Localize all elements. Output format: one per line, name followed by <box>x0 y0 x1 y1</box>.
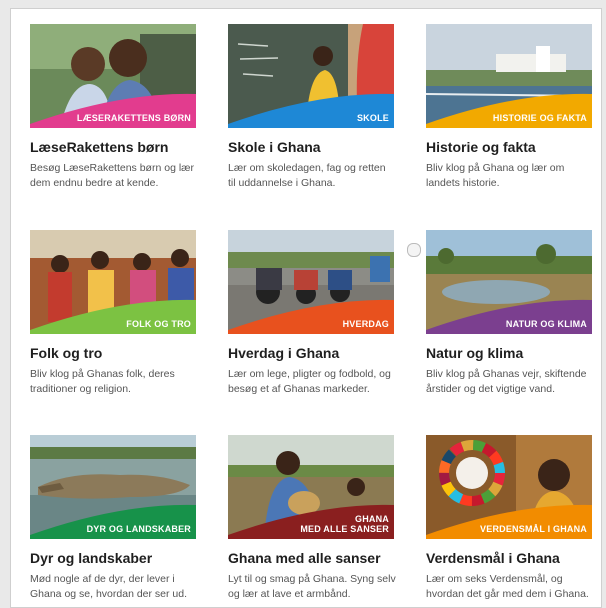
card-tag: FOLK OG TRO <box>126 319 191 329</box>
card-title[interactable]: Dyr og landskaber <box>30 550 196 566</box>
card-image[interactable]: DYR OG LANDSKABER <box>30 435 196 539</box>
card-image[interactable]: HVERDAG <box>228 230 394 334</box>
card-description: Bliv klog på Ghanas folk, deres traditio… <box>30 368 175 395</box>
card-tag: HISTORIE OG FAKTA <box>492 113 587 123</box>
card-description: Lær om lege, pligter og fodbold, og besø… <box>228 368 391 395</box>
card-tag: SKOLE <box>356 113 389 123</box>
card-dyr-og-landskaber[interactable]: DYR OG LANDSKABER Dyr og landskaber Mød … <box>30 435 196 602</box>
card-title[interactable]: Ghana med alle sanser <box>228 550 394 566</box>
card-tag-line1: GHANA <box>355 514 389 524</box>
card-tag: NATUR OG KLIMA <box>505 319 587 329</box>
card-description: Bliv klog på Ghana og lær om landets his… <box>426 162 565 189</box>
card-description: Bliv klog på Ghanas vejr, skiftende årst… <box>426 368 587 395</box>
card-folk-og-tro[interactable]: FOLK OG TRO Folk og tro Bliv klog på Gha… <box>30 230 196 397</box>
card-title[interactable]: Verdensmål i Ghana <box>426 550 592 566</box>
card-tag: LÆSERAKETTENS BØRN <box>76 113 191 123</box>
card-title[interactable]: Skole i Ghana <box>228 139 394 155</box>
card-title[interactable]: Natur og klima <box>426 345 592 361</box>
card-description: Lær om skoledagen, fag og retten til udd… <box>228 162 386 189</box>
card-image[interactable]: SKOLE <box>228 24 394 128</box>
card-tag: DYR OG LANDSKABER <box>86 524 191 534</box>
card-skole[interactable]: SKOLE Skole i Ghana Lær om skoledagen, f… <box>228 24 394 191</box>
topic-grid-page: LÆSERAKETTENS BØRN LæseRakettens børn Be… <box>10 8 602 608</box>
card-description: Lær om seks Verdensmål, og hvordan det g… <box>426 573 589 600</box>
card-verdensmal[interactable]: VERDENSMÅL I GHANA Verdensmål i Ghana Læ… <box>426 435 592 602</box>
card-title[interactable]: Historie og fakta <box>426 139 592 155</box>
card-hverdag[interactable]: HVERDAG Hverdag i Ghana Lær om lege, pli… <box>228 230 394 397</box>
card-tag: HVERDAG <box>342 319 389 329</box>
card-title[interactable]: Hverdag i Ghana <box>228 345 394 361</box>
card-tag: VERDENSMÅL I GHANA <box>480 524 587 534</box>
card-title[interactable]: Folk og tro <box>30 345 196 361</box>
card-title[interactable]: LæseRakettens børn <box>30 139 196 155</box>
card-tag: GHANA MED ALLE SANSER <box>300 514 389 534</box>
card-image[interactable]: HISTORIE OG FAKTA <box>426 24 592 128</box>
card-description: Mød nogle af de dyr, der lever i Ghana o… <box>30 573 188 600</box>
card-image[interactable]: NATUR OG KLIMA <box>426 230 592 334</box>
card-tag-line2: MED ALLE SANSER <box>300 524 389 534</box>
card-natur-og-klima[interactable]: NATUR OG KLIMA Natur og klima Bliv klog … <box>426 230 592 397</box>
card-description: Lyt til og smag på Ghana. Syng selv og l… <box>228 573 396 600</box>
card-historie[interactable]: HISTORIE OG FAKTA Historie og fakta Bliv… <box>426 24 592 191</box>
card-description: Besøg LæseRakettens børn og lær dem endn… <box>30 162 194 189</box>
card-laeserakettens-born[interactable]: LÆSERAKETTENS BØRN LæseRakettens børn Be… <box>30 24 196 191</box>
card-image[interactable]: FOLK OG TRO <box>30 230 196 334</box>
pencil-icon[interactable] <box>407 243 421 257</box>
card-image[interactable]: LÆSERAKETTENS BØRN <box>30 24 196 128</box>
card-image[interactable]: VERDENSMÅL I GHANA <box>426 435 592 539</box>
card-image[interactable]: GHANA MED ALLE SANSER <box>228 435 394 539</box>
card-ghana-med-alle-sanser[interactable]: GHANA MED ALLE SANSER Ghana med alle san… <box>228 435 396 602</box>
